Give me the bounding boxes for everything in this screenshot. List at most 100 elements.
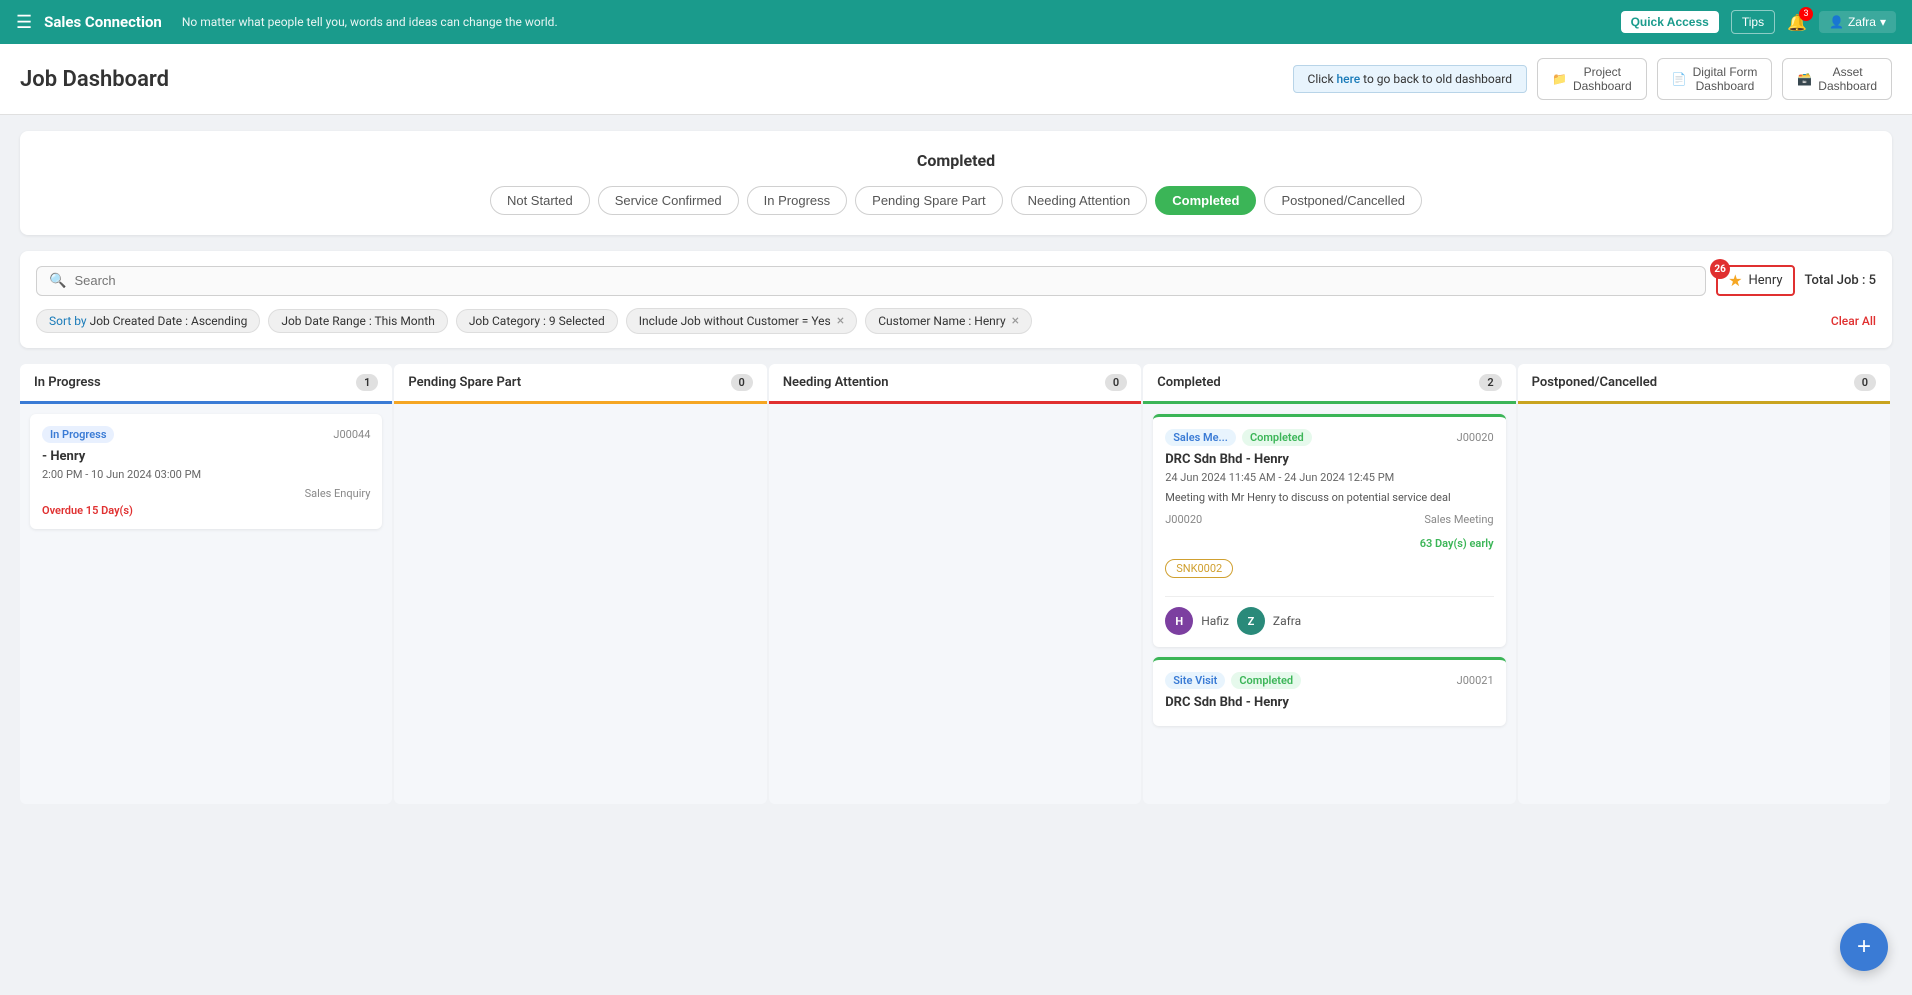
notification-icon[interactable]: 🔔 3 <box>1787 13 1807 32</box>
tab-completed[interactable]: Completed <box>1155 186 1256 215</box>
asset-icon: 🗃️ <box>1797 72 1812 86</box>
quick-access-button[interactable]: Quick Access <box>1621 11 1719 33</box>
col-count-postponed: 0 <box>1854 374 1876 391</box>
kanban-col-header-in-progress: In Progress 1 <box>20 364 392 404</box>
tab-in-progress[interactable]: In Progress <box>747 186 847 215</box>
digital-form-dashboard-button[interactable]: 📄 Digital FormDashboard <box>1657 58 1773 100</box>
tab-postponed-cancelled[interactable]: Postponed/Cancelled <box>1264 186 1422 215</box>
job-status-badge-j00021: Completed <box>1231 672 1301 689</box>
kanban-col-postponed: Postponed/Cancelled 0 <box>1518 364 1890 804</box>
col-title-completed: Completed <box>1157 375 1221 390</box>
job-card-j00020[interactable]: Sales Me... Completed J00020 DRC Sdn Bhd… <box>1153 414 1505 647</box>
card-divider <box>1165 596 1493 597</box>
fab-add-button[interactable]: + <box>1840 923 1888 971</box>
job-status-badge-j00020: Completed <box>1242 429 1312 446</box>
status-tabs-card: Completed Not Started Service Confirmed … <box>20 131 1892 235</box>
total-job-count: Total Job : 5 <box>1805 273 1876 288</box>
filter-include-customer[interactable]: Include Job without Customer = Yes × <box>626 308 857 334</box>
job-id-j00044: J00044 <box>333 428 370 441</box>
filter-sort[interactable]: Sort by Job Created Date : Ascending <box>36 309 260 333</box>
col-count-pending: 0 <box>731 374 753 391</box>
kanban-board: In Progress 1 In Progress J00044 - Henry… <box>20 364 1892 804</box>
filter-tag-text: Sort by Job Created Date : Ascending <box>49 314 247 328</box>
filter-bar: 🔍 26 ★ Henry Total Job : 5 Sort by Job C… <box>20 251 1892 348</box>
asset-dashboard-label: AssetDashboard <box>1818 65 1877 93</box>
col-title-postponed: Postponed/Cancelled <box>1532 375 1657 390</box>
job-customer-j00020: DRC Sdn Bhd - Henry <box>1165 452 1493 467</box>
project-dashboard-label: ProjectDashboard <box>1573 65 1632 93</box>
tab-not-started[interactable]: Not Started <box>490 186 590 215</box>
job-id-j00020: J00020 <box>1457 431 1494 444</box>
filter-category-text: Job Category : 9 Selected <box>469 314 605 328</box>
col-title-pending: Pending Spare Part <box>408 375 521 390</box>
job-card-j00044[interactable]: In Progress J00044 - Henry 2:00 PM - 10 … <box>30 414 382 529</box>
filter-customer-name[interactable]: Customer Name : Henry × <box>865 308 1032 334</box>
user-name: Zafra <box>1848 15 1876 29</box>
avatar-zafra-label: Zafra <box>1273 614 1301 628</box>
chevron-down-icon: ▾ <box>1880 15 1886 29</box>
brand-name: Sales Connection <box>44 13 162 31</box>
old-dashboard-text: Click <box>1308 72 1337 86</box>
col-count-in-progress: 1 <box>356 374 378 391</box>
search-input[interactable] <box>74 273 1693 288</box>
old-dashboard-anchor[interactable]: here <box>1337 72 1361 86</box>
clear-all-button[interactable]: Clear All <box>1831 314 1876 328</box>
job-card-j00020-header: Sales Me... Completed J00020 <box>1165 429 1493 446</box>
avatar-hafiz-label: Hafiz <box>1201 614 1229 628</box>
job-type-badge-j00020: Sales Me... <box>1165 429 1236 446</box>
tab-service-confirmed[interactable]: Service Confirmed <box>598 186 739 215</box>
job-card-j00044-header: In Progress J00044 <box>42 426 370 443</box>
filter-remove-customer[interactable]: × <box>1012 313 1019 329</box>
project-dashboard-button[interactable]: 📁 ProjectDashboard <box>1537 58 1647 100</box>
job-desc-j00020: Meeting with Mr Henry to discuss on pote… <box>1165 490 1493 505</box>
job-id-j00021: J00021 <box>1457 674 1494 687</box>
avatar-zafra: Z <box>1237 607 1265 635</box>
job-category-j00020: Sales Meeting <box>1424 513 1493 526</box>
tips-button[interactable]: Tips <box>1731 10 1775 34</box>
col-count-needing: 0 <box>1105 374 1127 391</box>
col-count-completed: 2 <box>1479 374 1501 391</box>
notification-badge: 3 <box>1799 7 1813 21</box>
asset-dashboard-button[interactable]: 🗃️ AssetDashboard <box>1782 58 1892 100</box>
status-card-title: Completed <box>40 151 1872 170</box>
job-overdue-j00044: Overdue 15 Day(s) <box>42 504 370 517</box>
search-input-wrapper: 🔍 <box>36 266 1706 296</box>
kanban-col-header-pending: Pending Spare Part 0 <box>394 364 766 404</box>
job-time-j00020: 24 Jun 2024 11:45 AM - 24 Jun 2024 12:45… <box>1165 471 1493 484</box>
user-menu-button[interactable]: 👤 Zafra ▾ <box>1819 11 1896 33</box>
job-card-j00021[interactable]: Site Visit Completed J00021 DRC Sdn Bhd … <box>1153 657 1505 726</box>
hamburger-menu-icon[interactable]: ☰ <box>16 12 32 33</box>
old-dashboard-suffix: to go back to old dashboard <box>1363 72 1512 86</box>
kanban-col-needing-attention: Needing Attention 0 <box>769 364 1141 804</box>
star-icon: ★ <box>1728 271 1742 290</box>
folder-icon: 📁 <box>1552 72 1567 86</box>
page-header: Job Dashboard Click here to go back to o… <box>0 44 1912 115</box>
filter-date-range[interactable]: Job Date Range : This Month <box>268 309 447 333</box>
tagline-text: No matter what people tell you, words an… <box>182 15 1609 29</box>
avatar-hafiz: H <box>1165 607 1193 635</box>
job-avatars-j00020: H Hafiz Z Zafra <box>1165 607 1493 635</box>
starred-filter-button[interactable]: 26 ★ Henry <box>1716 265 1794 296</box>
tab-pending-spare-part[interactable]: Pending Spare Part <box>855 186 1002 215</box>
document-icon: 📄 <box>1672 72 1687 86</box>
header-right-actions: Click here to go back to old dashboard 📁… <box>1293 58 1892 100</box>
starred-label: Henry <box>1748 273 1782 288</box>
job-type-badge-j00021: Site Visit <box>1165 672 1225 689</box>
main-content: Completed Not Started Service Confirmed … <box>0 115 1912 820</box>
job-customer-j00021: DRC Sdn Bhd - Henry <box>1165 695 1493 710</box>
kanban-body-needing <box>769 404 1141 804</box>
kanban-col-header-completed: Completed 2 <box>1143 364 1515 404</box>
filter-remove-include[interactable]: × <box>837 313 844 329</box>
kanban-col-header-postponed: Postponed/Cancelled 0 <box>1518 364 1890 404</box>
filter-customer-text: Customer Name : Henry <box>878 314 1005 328</box>
filter-include-text: Include Job without Customer = Yes <box>639 314 831 328</box>
job-status-badge-j00044: In Progress <box>42 426 114 443</box>
status-tabs-container: Not Started Service Confirmed In Progres… <box>40 186 1872 215</box>
col-title-needing: Needing Attention <box>783 375 889 390</box>
filter-category[interactable]: Job Category : 9 Selected <box>456 309 618 333</box>
job-meta-j00020: J00020 <box>1165 513 1202 526</box>
job-early-j00020: 63 Day(s) early <box>1420 537 1494 550</box>
kanban-col-completed: Completed 2 Sales Me... Completed J00020… <box>1143 364 1515 804</box>
tab-needing-attention[interactable]: Needing Attention <box>1011 186 1148 215</box>
kanban-body-in-progress: In Progress J00044 - Henry 2:00 PM - 10 … <box>20 404 392 804</box>
